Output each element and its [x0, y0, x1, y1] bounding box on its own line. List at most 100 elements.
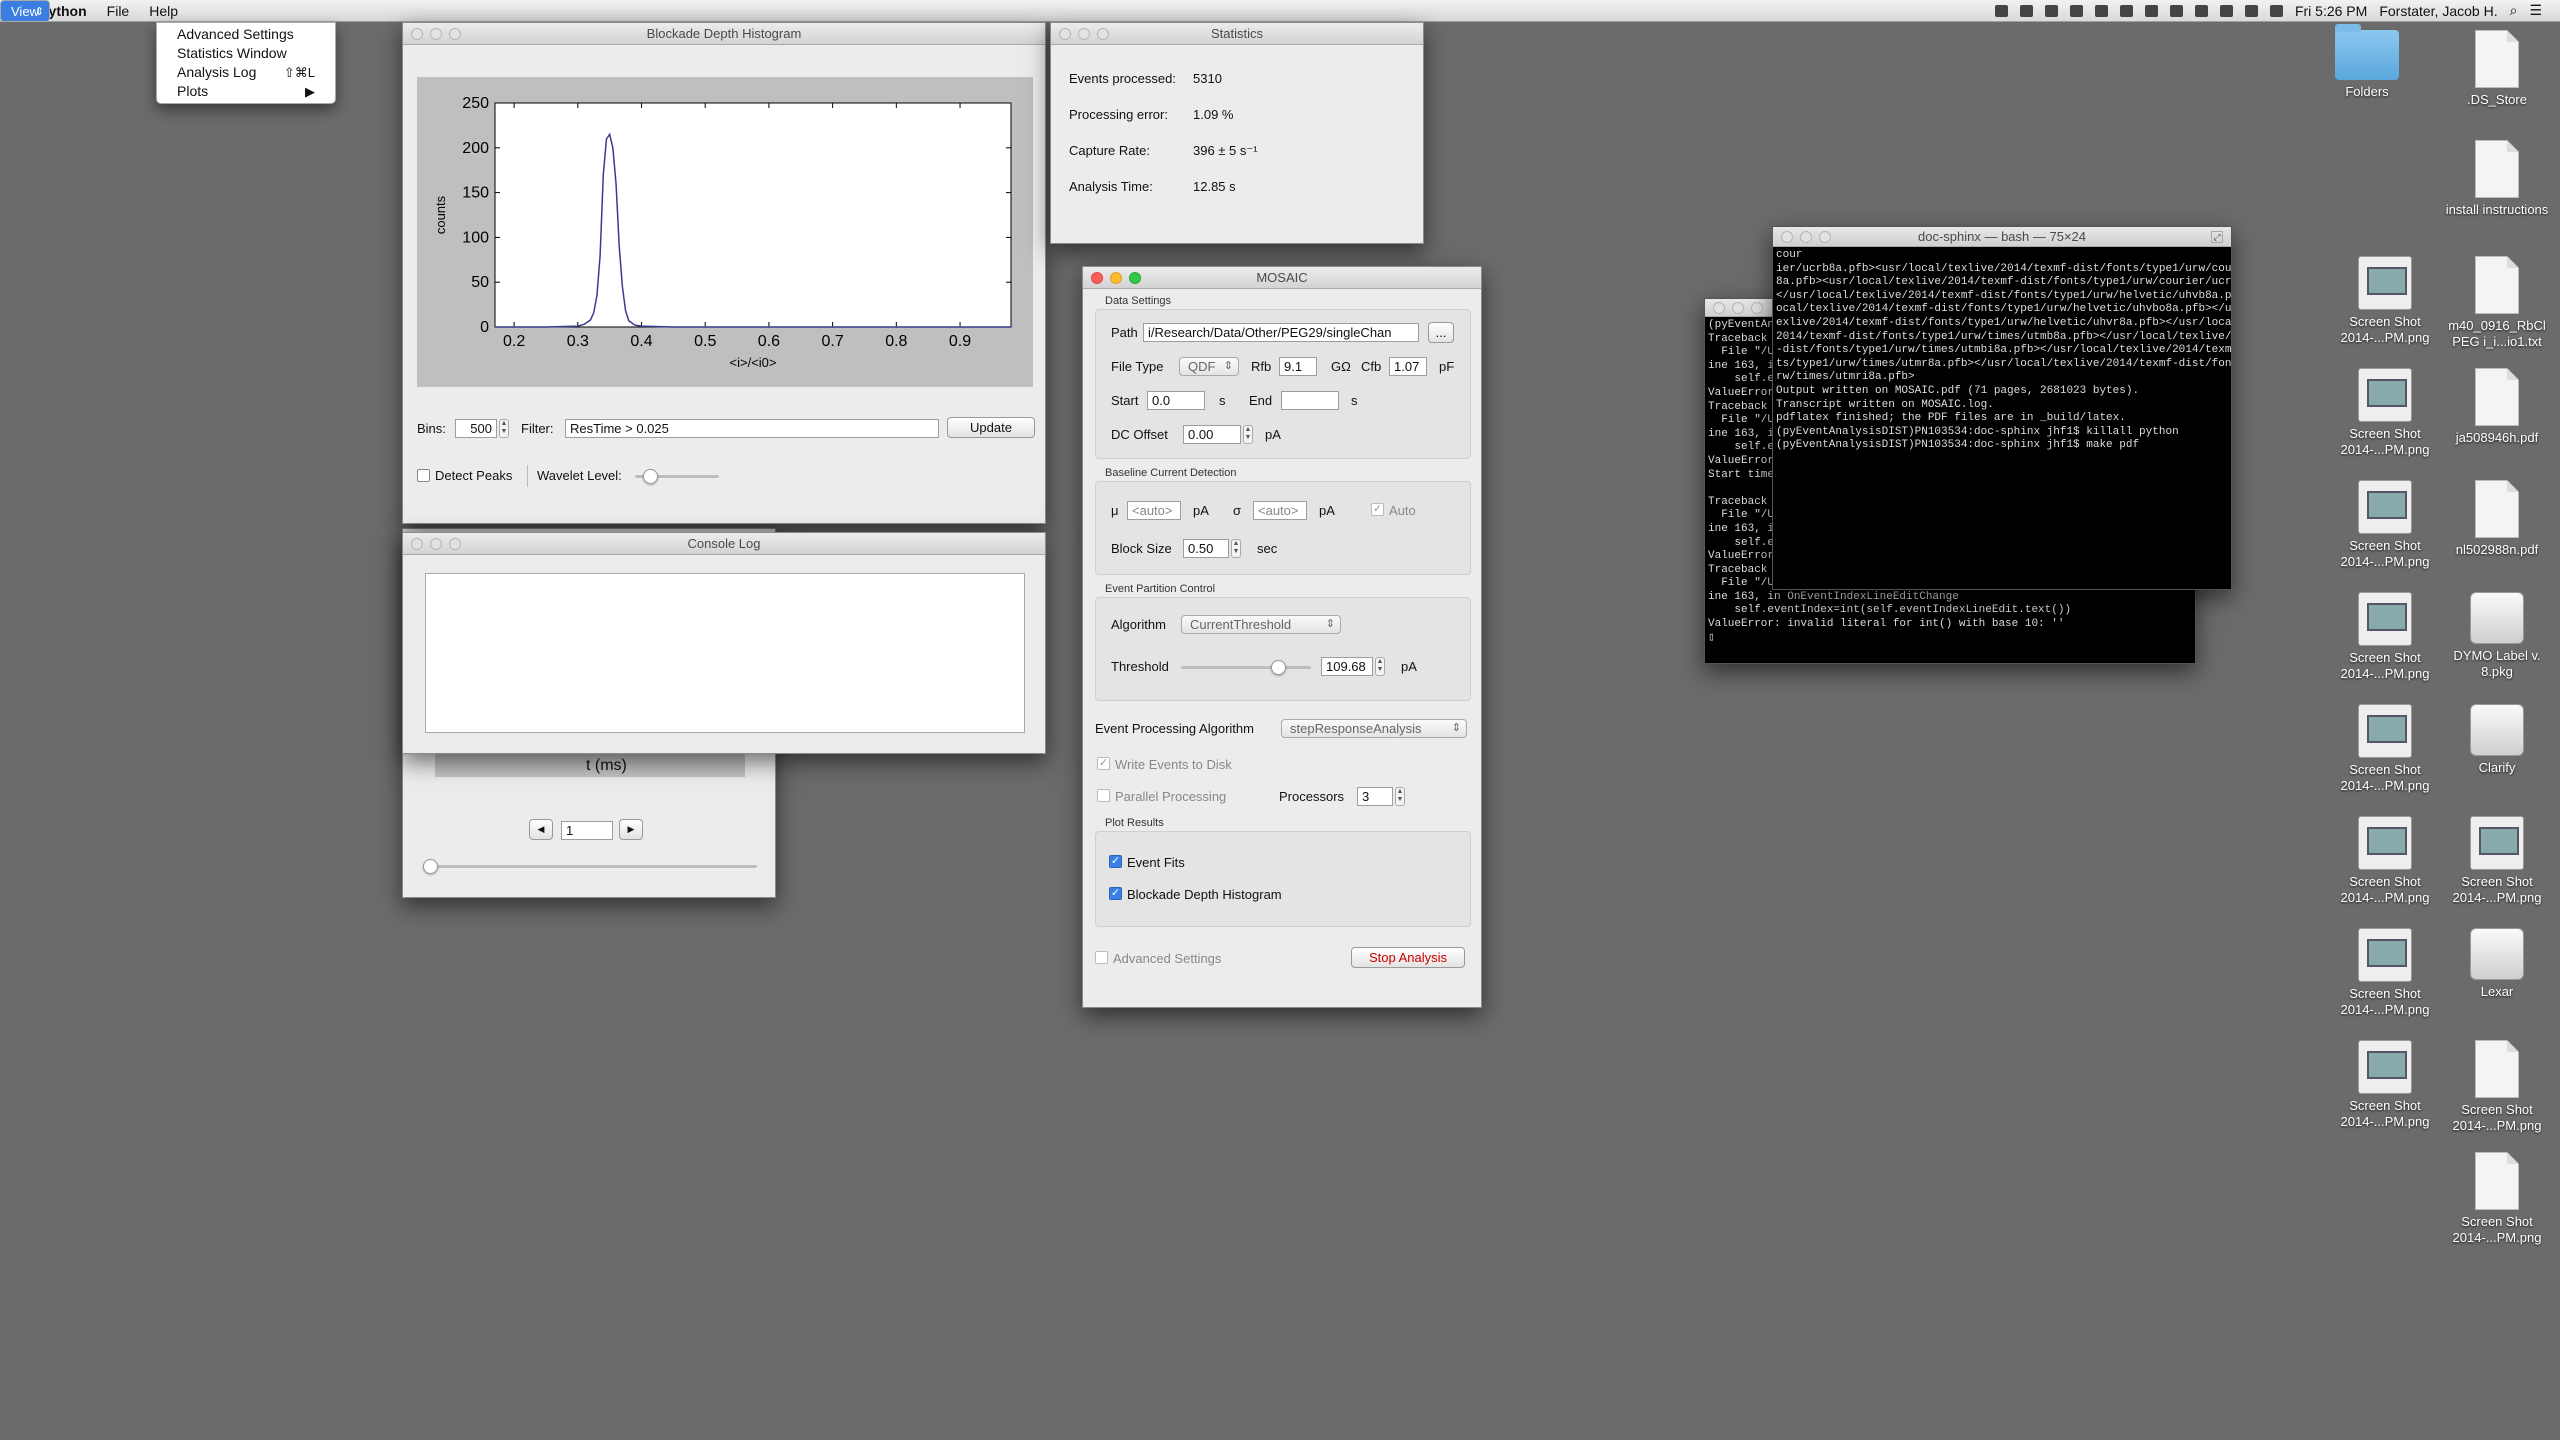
console-text-area[interactable] [425, 573, 1025, 733]
prev-event-button[interactable]: ◀ [529, 819, 553, 840]
desktop-item[interactable]: install instructions [2442, 140, 2552, 218]
parallel-checkbox[interactable] [1097, 789, 1110, 802]
bins-stepper[interactable]: ▲ ▼ [499, 419, 509, 438]
dc-offset-stepper[interactable]: ▲ ▼ [1243, 425, 1253, 444]
wavelet-slider-knob[interactable] [643, 469, 658, 484]
detect-peaks-checkbox[interactable] [417, 469, 430, 482]
update-button[interactable]: Update [947, 417, 1035, 438]
desktop-item[interactable]: m40_0916_RbCl PEG i_i...io1.txt [2442, 256, 2552, 350]
title-bar[interactable]: Statistics [1051, 23, 1423, 45]
dc-offset-field[interactable]: 0.00 [1183, 425, 1241, 444]
menu-item-statistics-window[interactable]: Statistics Window [157, 44, 335, 63]
threshold-stepper[interactable]: ▲ ▼ [1375, 657, 1385, 676]
notification-icon[interactable] [2044, 4, 2058, 17]
desktop-item[interactable]: Screen Shot 2014-...PM.png [2330, 368, 2440, 458]
menu-item-advanced-settings[interactable]: Advanced Settings [157, 25, 335, 44]
status-icon[interactable] [1994, 4, 2008, 17]
block-size-stepper[interactable]: ▲ ▼ [1231, 539, 1241, 558]
filter-field[interactable]: ResTime > 0.025 [565, 419, 939, 438]
processors-stepper[interactable]: ▲ ▼ [1395, 787, 1405, 806]
end-field[interactable] [1281, 391, 1339, 410]
threshold-field[interactable]: 109.68 [1321, 657, 1373, 676]
list-icon[interactable]: ☰ [2529, 2, 2542, 19]
time-machine-icon[interactable] [2194, 4, 2208, 17]
title-bar[interactable]: doc-sphinx — bash — 75×24 ⤢ [1773, 227, 2231, 247]
desktop-item[interactable]: Screen Shot 2014-...PM.png [2330, 592, 2440, 682]
cfb-field[interactable]: 1.07 [1389, 357, 1427, 376]
threshold-slider-knob[interactable] [1271, 660, 1286, 675]
doc-icon [2475, 368, 2519, 426]
desktop-item[interactable]: nl502988n.pdf [2442, 480, 2552, 558]
processors-field[interactable]: 3 [1357, 787, 1393, 806]
desktop-item[interactable]: Screen Shot 2014-...PM.png [2330, 704, 2440, 794]
next-event-button[interactable]: ▶ [619, 819, 643, 840]
window-controls[interactable] [1091, 272, 1141, 284]
desktop-item[interactable]: Screen Shot 2014-...PM.png [2330, 816, 2440, 906]
desktop-item[interactable]: Screen Shot 2014-...PM.png [2442, 1040, 2552, 1134]
event-slider-knob[interactable] [423, 859, 438, 874]
shot-icon [2470, 816, 2524, 870]
cloud-icon[interactable] [2144, 4, 2158, 17]
fullscreen-icon[interactable]: ⤢ [2211, 231, 2223, 243]
terminal-output[interactable]: cour ier/ucrb8a.pfb><usr/local/texlive/2… [1773, 247, 2231, 589]
event-slider[interactable] [423, 865, 757, 868]
menu-item-analysis-log[interactable]: Analysis Log ⇧⌘L [157, 63, 335, 82]
auto-checkbox[interactable]: ✓ [1371, 503, 1384, 516]
sigma-field[interactable]: <auto> [1253, 501, 1307, 520]
menu-item-plots[interactable]: Plots ▶ [157, 82, 335, 101]
user-name[interactable]: Forstater, Jacob H. [2379, 3, 2497, 19]
path-field[interactable]: i/Research/Data/Other/PEG29/singleChan [1143, 323, 1419, 342]
title-bar[interactable]: Console Log [403, 533, 1045, 555]
algorithm-select[interactable]: CurrentThreshold [1181, 615, 1341, 634]
start-field[interactable]: 0.0 [1147, 391, 1205, 410]
view-menu[interactable]: View [0, 0, 50, 23]
help-menu[interactable]: Help [139, 0, 188, 22]
desktop-item[interactable]: Screen Shot 2014-...PM.png [2330, 256, 2440, 346]
title-bar[interactable]: MOSAIC [1083, 267, 1481, 289]
desktop-item[interactable]: Clarify [2442, 704, 2552, 776]
threshold-slider[interactable] [1181, 666, 1311, 669]
clock[interactable]: Fri 5:26 PM [2295, 3, 2367, 19]
desktop-item[interactable]: Screen Shot 2014-...PM.png [2330, 928, 2440, 1018]
desktop-item[interactable]: Screen Shot 2014-...PM.png [2442, 1152, 2552, 1246]
block-size-field[interactable]: 0.50 [1183, 539, 1229, 558]
status-icon[interactable] [2019, 4, 2033, 17]
browse-button[interactable]: ... [1428, 322, 1454, 343]
event-index-field[interactable]: 1 [561, 821, 613, 840]
desktop-item[interactable]: Screen Shot 2014-...PM.png [2442, 816, 2552, 906]
desktop-item[interactable]: Screen Shot 2014-...PM.png [2330, 1040, 2440, 1130]
battery-icon[interactable] [2269, 4, 2283, 17]
desktop-item[interactable]: Folders [2312, 24, 2422, 100]
mu-field[interactable]: <auto> [1127, 501, 1181, 520]
window-controls[interactable] [411, 538, 461, 550]
stop-analysis-button[interactable]: Stop Analysis [1351, 947, 1465, 968]
window-controls[interactable] [411, 28, 461, 40]
wifi-icon[interactable] [2244, 4, 2258, 17]
bins-field[interactable]: 500 [455, 419, 497, 438]
desktop-item[interactable]: Lexar [2442, 928, 2552, 1000]
shield-icon[interactable] [2119, 4, 2133, 17]
blockade-hist-checkbox[interactable]: ✓ [1109, 887, 1122, 900]
window-controls[interactable] [1713, 302, 1763, 314]
status-icon[interactable] [2069, 4, 2083, 17]
mosaic-window: MOSAIC Data Settings Path i/Research/Dat… [1082, 266, 1482, 1008]
desktop-item[interactable]: ja508946h.pdf [2442, 368, 2552, 446]
processing-algorithm-select[interactable]: stepResponseAnalysis [1281, 719, 1467, 738]
write-events-checkbox[interactable]: ✓ [1097, 757, 1110, 770]
search-icon[interactable]: ⌕ [2510, 2, 2518, 19]
rfb-field[interactable]: 9.1 [1279, 357, 1317, 376]
desktop-item[interactable]: DYMO Label v. 8.pkg [2442, 592, 2552, 680]
bluetooth-icon[interactable] [2169, 4, 2183, 17]
window-controls[interactable] [1781, 231, 1831, 243]
desktop-item[interactable]: Screen Shot 2014-...PM.png [2330, 480, 2440, 570]
desktop-item[interactable]: .DS_Store [2442, 30, 2552, 108]
title-bar[interactable]: Blockade Depth Histogram [403, 23, 1045, 45]
partition-group [1095, 597, 1471, 701]
event-fits-checkbox[interactable]: ✓ [1109, 855, 1122, 868]
advanced-settings-checkbox[interactable] [1095, 951, 1108, 964]
file-menu[interactable]: File [97, 0, 140, 22]
volume-icon[interactable] [2219, 4, 2233, 17]
window-controls[interactable] [1059, 28, 1109, 40]
status-icon[interactable] [2094, 4, 2108, 17]
filetype-select[interactable]: QDF [1179, 357, 1239, 376]
